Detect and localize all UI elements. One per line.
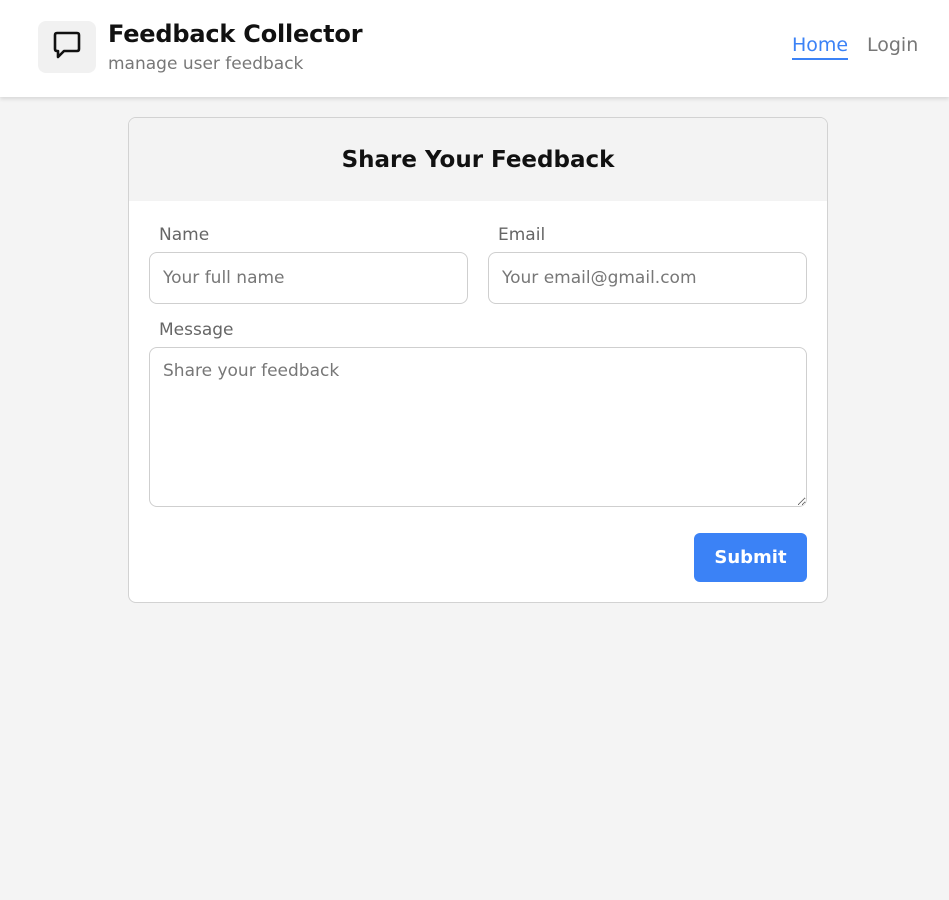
submit-button[interactable]: Submit — [694, 533, 807, 582]
app-title: Feedback Collector — [108, 20, 363, 48]
name-label: Name — [159, 225, 210, 245]
app-logo — [38, 21, 96, 73]
app-header: Feedback Collector manage user feedback … — [0, 0, 949, 97]
card-header: Share Your Feedback — [129, 118, 827, 201]
message-textarea[interactable] — [149, 347, 807, 507]
message-label: Message — [159, 320, 234, 340]
feedback-form-card: Share Your Feedback Name Email Message S… — [128, 117, 828, 603]
email-input[interactable] — [488, 252, 807, 304]
chat-bubble-icon — [51, 29, 83, 65]
email-label: Email — [498, 225, 546, 245]
nav-link-login[interactable]: Login — [867, 34, 918, 56]
app-subtitle: manage user feedback — [108, 54, 304, 74]
form-title: Share Your Feedback — [341, 146, 615, 173]
name-input[interactable] — [149, 252, 468, 304]
nav-link-home[interactable]: Home — [792, 34, 849, 60]
